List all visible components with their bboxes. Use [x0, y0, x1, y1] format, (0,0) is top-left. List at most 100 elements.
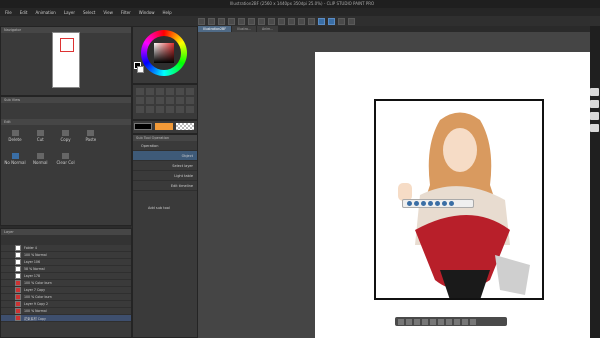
black-color-swatch[interactable]	[134, 123, 152, 130]
move-layer-icon[interactable]	[166, 88, 174, 95]
blend-icon	[62, 153, 70, 159]
pen-tool-icon[interactable]	[146, 97, 154, 104]
transform-icon[interactable]	[258, 17, 265, 25]
assets-icon[interactable]	[348, 17, 355, 25]
layer-row[interactable]: Layer 178	[1, 273, 131, 280]
launcher-icon[interactable]	[421, 201, 426, 206]
canvas-tab[interactable]: Illustra...	[232, 26, 257, 32]
command-bar	[0, 16, 600, 26]
blend-normal-button[interactable]: No Normal	[3, 153, 27, 165]
decoration-icon[interactable]	[186, 97, 194, 104]
menu-edit[interactable]: Edit	[20, 10, 28, 15]
text-tool-icon[interactable]	[186, 106, 194, 113]
sub-color-swatch[interactable]	[137, 66, 144, 73]
sub-tool-object[interactable]: Object	[133, 151, 197, 161]
canvas-tab[interactable]: Anim...	[257, 26, 279, 32]
info-icon[interactable]	[590, 112, 599, 120]
layer-row[interactable]: 100 % Color burn	[1, 280, 131, 287]
menu-help[interactable]: Help	[163, 10, 172, 15]
menu-window[interactable]: Window	[139, 10, 155, 15]
brush-tool-icon[interactable]	[166, 97, 174, 104]
redo-icon[interactable]	[238, 17, 245, 25]
sub-tool-light-table[interactable]: Light table	[133, 171, 197, 181]
clear-icon[interactable]	[248, 17, 255, 25]
menu-select[interactable]: Select	[83, 10, 95, 15]
layer-row[interactable]: Layer 106	[1, 259, 131, 266]
layer-row[interactable]: Layer 9 Copy 2	[1, 301, 131, 308]
flip-icon[interactable]	[438, 318, 444, 325]
undo-icon[interactable]	[228, 17, 235, 25]
gradient-icon[interactable]	[166, 106, 174, 113]
canvas-tabs: Illustration2BF Illustra... Anim...	[198, 26, 590, 32]
open-icon[interactable]	[208, 17, 215, 25]
snap-grid-icon[interactable]	[328, 17, 335, 25]
add-sub-tool-button[interactable]: Add sub tool	[148, 206, 170, 210]
blend-tool-icon[interactable]	[146, 106, 154, 113]
menu-filter[interactable]: Filter	[121, 10, 131, 15]
saturation-square[interactable]	[154, 43, 174, 63]
snap-icon[interactable]	[298, 17, 305, 25]
layer-row[interactable]: Folder 4	[1, 245, 131, 252]
mirror-icon[interactable]	[470, 318, 476, 325]
snap-special-icon[interactable]	[318, 17, 325, 25]
new-icon[interactable]	[198, 17, 205, 25]
reset-icon[interactable]	[462, 318, 468, 325]
layer-row[interactable]: Layer 7 Copy	[1, 287, 131, 294]
invert-icon[interactable]	[278, 17, 285, 25]
save-icon[interactable]	[218, 17, 225, 25]
canvas-tab[interactable]: Illustration2BF	[198, 26, 232, 32]
launcher-icon[interactable]	[407, 201, 412, 206]
menu-file[interactable]: File	[5, 10, 12, 15]
deselect-icon[interactable]	[268, 17, 275, 25]
sub-tool-edit-timeline[interactable]: Edit timeline	[133, 181, 197, 191]
rotate-icon[interactable]	[398, 318, 404, 325]
launcher-icon[interactable]	[414, 201, 419, 206]
menu-view[interactable]: View	[103, 10, 113, 15]
pencil-tool-icon[interactable]	[156, 97, 164, 104]
fit-icon[interactable]	[422, 318, 428, 325]
zoom-icon[interactable]	[406, 318, 412, 325]
operation-tool-icon[interactable]	[156, 88, 164, 95]
figure-icon[interactable]	[176, 106, 184, 113]
selection-tool-icon[interactable]	[176, 88, 184, 95]
sub-tool-select-layer[interactable]: Select layer	[133, 161, 197, 171]
menu-layer[interactable]: Layer	[64, 10, 75, 15]
move-tool-icon[interactable]	[136, 88, 144, 95]
launcher-icon[interactable]	[435, 201, 440, 206]
ruler-icon[interactable]	[308, 17, 315, 25]
blend-clear-button[interactable]: Clear Col	[54, 153, 78, 165]
sub-tool-operation[interactable]: Operation	[133, 141, 197, 151]
fit-width-icon[interactable]	[430, 318, 436, 325]
transparent-color-swatch[interactable]	[176, 123, 194, 130]
menu-animation[interactable]: Animation	[35, 10, 55, 15]
fill-tool-icon[interactable]	[156, 106, 164, 113]
launcher-icon[interactable]	[442, 201, 447, 206]
gear-icon[interactable]	[590, 124, 599, 132]
zoom-out-icon[interactable]	[414, 318, 420, 325]
launcher-icon[interactable]	[449, 201, 454, 206]
airbrush-icon[interactable]	[176, 97, 184, 104]
layer-row-selected[interactable]: 花束素材 Copy	[1, 315, 131, 322]
camera-icon[interactable]	[590, 88, 599, 96]
companion-icon[interactable]	[338, 17, 345, 25]
eraser-icon[interactable]	[136, 106, 144, 113]
launcher-icon[interactable]	[428, 201, 433, 206]
navigator-view-frame[interactable]	[60, 38, 74, 52]
eyedropper-icon[interactable]	[136, 97, 144, 104]
blend-normal2-button[interactable]: Normal	[28, 153, 52, 165]
layers-icon[interactable]	[590, 100, 599, 108]
cut-button[interactable]: Cut	[28, 130, 52, 142]
copy-button[interactable]: Copy	[54, 130, 78, 142]
orange-color-swatch[interactable]	[155, 123, 173, 130]
layer-row[interactable]: 100 % Normal	[1, 308, 131, 315]
auto-select-icon[interactable]	[186, 88, 194, 95]
layer-row[interactable]: 100 % Color burn	[1, 294, 131, 301]
delete-button[interactable]: Delete	[3, 130, 27, 142]
layer-row[interactable]: 100 % Normal	[1, 252, 131, 259]
rotate-left-icon[interactable]	[446, 318, 452, 325]
zoom-tool-icon[interactable]	[146, 88, 154, 95]
layer-row[interactable]: 58 % Normal	[1, 266, 131, 273]
show-area-icon[interactable]	[288, 17, 295, 25]
rotate-right-icon[interactable]	[454, 318, 460, 325]
paste-button[interactable]: Paste	[79, 130, 103, 142]
